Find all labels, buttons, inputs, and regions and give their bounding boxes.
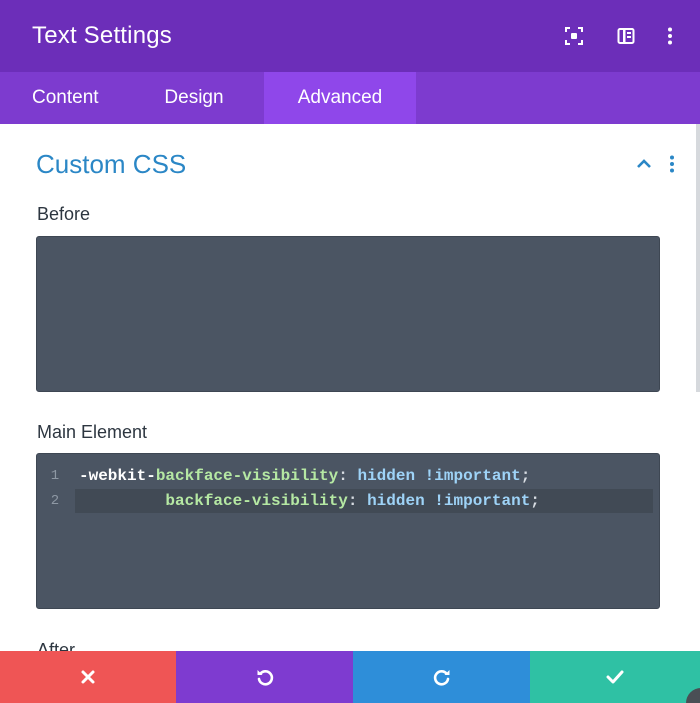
split-view-icon [617, 28, 635, 44]
more-vertical-icon [668, 27, 672, 45]
section-title: Custom CSS [36, 148, 187, 179]
css-semicolon: ; [520, 467, 531, 485]
custom-css-section-header[interactable]: Custom CSS [36, 144, 686, 184]
expand-icon [565, 27, 583, 45]
css-property: backface-visibility [155, 467, 339, 485]
redo-icon [433, 670, 449, 686]
undo-button[interactable] [176, 651, 353, 703]
main-element-label: Main Element [37, 422, 148, 442]
before-label: Before [37, 204, 91, 224]
code-line-active: 2 backface-visibility: hidden !important… [51, 489, 653, 513]
line-number: 1 [50, 468, 60, 484]
undo-icon [257, 670, 273, 686]
tab-advanced[interactable]: Advanced [264, 72, 416, 124]
redo-button[interactable] [353, 651, 530, 703]
modal-title: Text Settings [32, 22, 173, 49]
modal-header: Text Settings [0, 0, 700, 72]
save-button[interactable] [530, 651, 700, 703]
css-value: hidden !important [347, 467, 521, 485]
main-element-css-editor[interactable]: 1 -webkit-backface-visibility: hidden !i… [36, 453, 660, 609]
code-line: 1 -webkit-backface-visibility: hidden !i… [37, 464, 653, 488]
header-actions [548, 16, 700, 56]
vendor-prefix: -webkit- [79, 467, 156, 485]
expand-button[interactable] [548, 16, 600, 56]
section-more-button[interactable] [658, 150, 686, 178]
panel-scrollbar[interactable] [696, 124, 700, 392]
modal-footer [0, 651, 700, 703]
tab-content[interactable]: Content [0, 72, 124, 124]
check-icon [606, 670, 624, 684]
settings-tabs: Content Design Advanced [0, 72, 700, 124]
tab-design[interactable]: Design [124, 72, 264, 124]
css-property: backface-visibility [165, 492, 348, 510]
collapse-section-button[interactable] [630, 150, 658, 178]
close-icon [81, 670, 95, 684]
before-css-textarea[interactable] [36, 236, 660, 392]
cancel-button[interactable] [0, 651, 176, 703]
chevron-up-icon [637, 159, 651, 168]
split-view-button[interactable] [600, 16, 652, 56]
css-colon: : [338, 467, 348, 485]
more-vertical-icon [670, 155, 674, 173]
css-value: hidden !important [357, 492, 531, 510]
after-label: After [37, 640, 76, 651]
code-text: backface-visibility: hidden !important; [79, 492, 540, 510]
line-number: 2 [50, 493, 60, 509]
header-more-button[interactable] [652, 16, 688, 56]
css-semicolon: ; [530, 492, 540, 510]
code-text: -webkit-backface-visibility: hidden !imp… [79, 467, 530, 485]
settings-panel: Custom CSS Before Main Element 1 -webkit… [0, 124, 700, 651]
